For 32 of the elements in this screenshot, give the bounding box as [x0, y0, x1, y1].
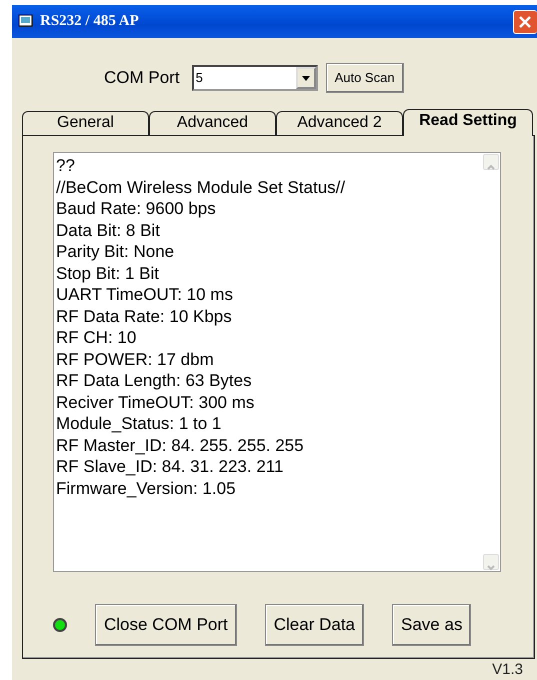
action-button[interactable]: Close COM Port	[95, 604, 237, 646]
tab[interactable]: Advanced	[149, 111, 276, 135]
scroll-down-icon[interactable]	[483, 554, 499, 570]
tab[interactable]: Advanced 2	[276, 111, 403, 135]
tab[interactable]: Read Setting	[403, 109, 533, 136]
close-button[interactable]	[513, 10, 537, 34]
version-label: V1.3	[491, 661, 524, 679]
output-line: Firmware_Version: 1.05	[56, 478, 237, 499]
output-line: Baud Rate: 9600 bps	[56, 198, 217, 220]
output-line: RF Data Length: 63 Bytes	[56, 370, 253, 392]
window-title: RS232 / 485 AP	[40, 12, 139, 32]
action-button[interactable]: Save as	[392, 604, 472, 646]
output-line: Module_Status: 1 to 1	[56, 413, 222, 434]
output-line: UART TimeOUT: 10 ms	[56, 284, 234, 306]
com-port-dropdown[interactable]: 5	[192, 65, 318, 91]
output-line: RF POWER: 17 dbm	[56, 348, 215, 370]
output-line: RF Master_ID: 84. 255. 255. 255	[56, 434, 305, 456]
output-line: //BeCom Wireless Module Set Status//	[56, 176, 346, 198]
output-line: RF Slave_ID: 84. 31. 223. 211	[56, 456, 284, 478]
action-button[interactable]: Clear Data	[264, 604, 364, 646]
output-line: Parity Bit: None	[56, 241, 176, 262]
close-icon	[518, 16, 532, 29]
output-line: RF Data Rate: 10 Kbps	[56, 306, 233, 327]
com-port-label: COM Port	[104, 67, 180, 90]
output-line: Data Bit: 8 Bit	[56, 220, 161, 241]
tab[interactable]: General	[22, 111, 149, 135]
output-line: ??	[56, 155, 76, 176]
scroll-up-icon[interactable]	[483, 154, 499, 170]
output-line: RF CH: 10	[56, 327, 138, 348]
output-line: Stop Bit: 1 Bit	[56, 262, 160, 284]
output-line: Reciver TimeOUT: 300 ms	[56, 392, 256, 413]
auto-scan-button[interactable]: Auto Scan	[326, 63, 404, 93]
